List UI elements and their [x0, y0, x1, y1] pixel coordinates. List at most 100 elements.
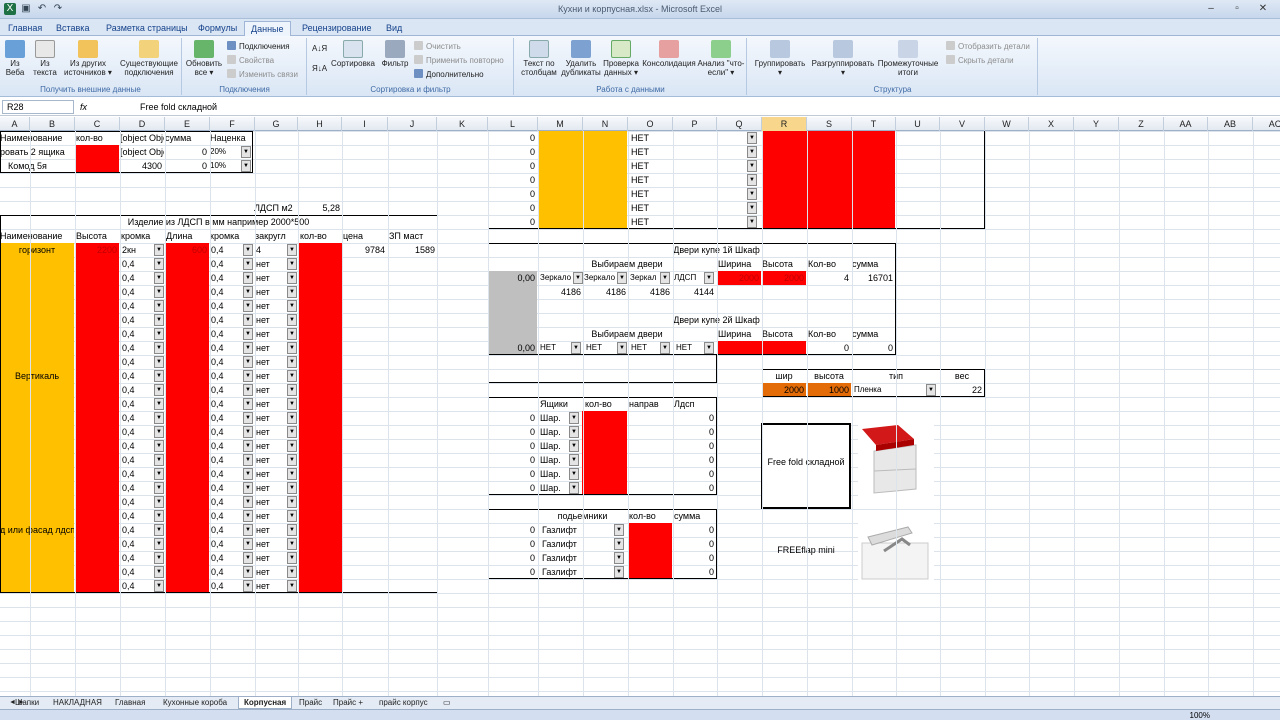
cell-drawer-type[interactable]: Шар. — [540, 453, 568, 467]
cell-length-red[interactable] — [165, 271, 209, 285]
cell-length-red[interactable] — [165, 411, 209, 425]
cell-p-calc[interactable]: 4144 — [672, 285, 716, 299]
dropdown-arrow-icon[interactable]: ▼ — [569, 482, 579, 494]
cell-l-zero[interactable]: 0 — [488, 201, 537, 215]
dropdown-arrow-icon[interactable]: ▼ — [747, 202, 757, 214]
col-header-ab[interactable]: AB — [1208, 117, 1253, 131]
cell-length-red[interactable] — [165, 355, 209, 369]
cell-a3[interactable]: Комод 5я — [8, 159, 74, 173]
col-header-i[interactable]: I — [342, 117, 388, 131]
cell-round[interactable]: нет — [256, 257, 288, 271]
cell-o-door[interactable]: Зеркал — [630, 271, 660, 285]
dropdown-arrow-icon[interactable]: ▼ — [154, 496, 164, 508]
cell-s-qty2[interactable]: 0 — [807, 341, 851, 355]
dropdown-arrow-icon[interactable]: ▼ — [154, 468, 164, 480]
cell-height-red[interactable] — [75, 439, 119, 453]
cell-drawer-type[interactable]: Шар. — [540, 481, 568, 495]
cell-height-red[interactable] — [75, 481, 119, 495]
dropdown-arrow-icon[interactable]: ▼ — [704, 342, 714, 354]
dropdown-arrow-icon[interactable]: ▼ — [154, 552, 164, 564]
cell-height-red[interactable] — [75, 411, 119, 425]
cell-qty-red[interactable] — [299, 425, 342, 439]
cell-edge2[interactable]: 0,4 — [211, 537, 243, 551]
hdr-dsum[interactable]: сумма — [852, 327, 896, 341]
cell-round[interactable]: нет — [256, 495, 288, 509]
dropdown-arrow-icon[interactable]: ▼ — [243, 426, 253, 438]
dropdown-arrow-icon[interactable]: ▼ — [154, 566, 164, 578]
cell-rst-red[interactable] — [762, 187, 895, 201]
cell-round[interactable]: нет — [256, 467, 288, 481]
cell-edge[interactable]: 0,4 — [122, 565, 154, 579]
cell-name-orange[interactable] — [0, 327, 74, 341]
name-box[interactable]: R28 — [2, 100, 74, 114]
cell-height-red[interactable] — [75, 271, 119, 285]
cell-qty-red[interactable] — [299, 383, 342, 397]
dropdown-arrow-icon[interactable]: ▼ — [154, 580, 164, 592]
dropdown-arrow-icon[interactable]: ▼ — [154, 244, 164, 256]
refresh-all-button[interactable]: Обновить все ▾ — [185, 40, 223, 77]
cell-height-red[interactable] — [75, 523, 119, 537]
dropdown-arrow-icon[interactable]: ▼ — [154, 440, 164, 452]
cell-qty-red[interactable] — [299, 481, 342, 495]
cell-l-zero[interactable]: 0 — [488, 481, 537, 495]
cell-w-weight[interactable]: 22 — [940, 383, 984, 397]
cell-length-red[interactable] — [165, 383, 209, 397]
dropdown-arrow-icon[interactable]: ▼ — [747, 174, 757, 186]
cell-edge[interactable]: 0,4 — [122, 257, 154, 271]
cell-o-calc[interactable]: 4186 — [628, 285, 672, 299]
col-header-s[interactable]: S — [807, 117, 852, 131]
cell-price[interactable]: 9784 — [343, 243, 387, 257]
cell-height-red[interactable] — [75, 355, 119, 369]
cell-lift-type[interactable]: Газлифт — [542, 537, 612, 551]
dropdown-arrow-icon[interactable]: ▼ — [243, 370, 253, 382]
cell-length-red[interactable] — [165, 481, 209, 495]
cell-name-orange[interactable] — [0, 285, 74, 299]
cell-length[interactable]: 600 — [165, 243, 209, 257]
cell-name-orange[interactable] — [0, 551, 74, 565]
dropdown-arrow-icon[interactable]: ▼ — [243, 286, 253, 298]
dropdown-arrow-icon[interactable]: ▼ — [617, 272, 627, 284]
cell-q-width[interactable]: 2000 — [717, 271, 761, 285]
cell-height-red[interactable] — [75, 579, 119, 593]
cell-drawer-type[interactable]: Шар. — [540, 411, 568, 425]
col-header-m[interactable]: M — [538, 117, 583, 131]
cell-name-orange[interactable] — [0, 481, 74, 495]
cell-height-red[interactable] — [75, 495, 119, 509]
sheet-tab-korobka[interactable]: Кухонные короба — [158, 697, 232, 709]
dropdown-arrow-icon[interactable]: ▼ — [617, 342, 627, 354]
cell-edge[interactable]: 0,4 — [122, 285, 154, 299]
cell-edge[interactable]: 0,4 — [122, 425, 154, 439]
cell-l-zero[interactable]: 0 — [488, 537, 537, 551]
advanced-button[interactable]: Дополнительно — [414, 69, 484, 80]
cell-qty-red[interactable] — [299, 509, 342, 523]
cell-round[interactable]: нет — [256, 271, 288, 285]
cell-drawer-qty-red[interactable] — [582, 411, 627, 425]
cell-round[interactable]: нет — [256, 299, 288, 313]
cell-edge[interactable]: 0,4 — [122, 453, 154, 467]
dropdown-arrow-icon[interactable]: ▼ — [569, 426, 579, 438]
cell-o-door2[interactable]: НЕТ — [631, 341, 661, 355]
cell-rst-red[interactable] — [762, 159, 895, 173]
cell-round[interactable]: нет — [256, 313, 288, 327]
cell-p-door2[interactable]: НЕТ — [676, 341, 704, 355]
cell-edge[interactable]: 0,4 — [122, 579, 154, 593]
cell-length-red[interactable] — [165, 285, 209, 299]
dropdown-arrow-icon[interactable]: ▼ — [154, 398, 164, 410]
dropdown-arrow-icon[interactable]: ▼ — [614, 552, 624, 564]
cell-edge[interactable]: 0,4 — [122, 495, 154, 509]
cell-edge[interactable]: 0,4 — [122, 355, 154, 369]
cell-round[interactable]: нет — [256, 369, 288, 383]
cell-lift-sum[interactable]: 0 — [672, 565, 716, 579]
cell-height-red[interactable] — [75, 341, 119, 355]
cell-l-zero[interactable]: 0 — [488, 173, 537, 187]
cell-rst-red[interactable] — [762, 173, 895, 187]
cell-name-orange[interactable] — [0, 453, 74, 467]
dropdown-arrow-icon[interactable]: ▼ — [154, 510, 164, 522]
tab-insert[interactable]: Вставка — [50, 21, 95, 36]
dropdown-arrow-icon[interactable]: ▼ — [287, 482, 297, 494]
cell-height-red[interactable] — [75, 537, 119, 551]
cell-m-door2[interactable]: НЕТ — [540, 341, 570, 355]
cell-height-red[interactable] — [75, 383, 119, 397]
cell-length-red[interactable] — [165, 579, 209, 593]
cell-round[interactable]: нет — [256, 383, 288, 397]
